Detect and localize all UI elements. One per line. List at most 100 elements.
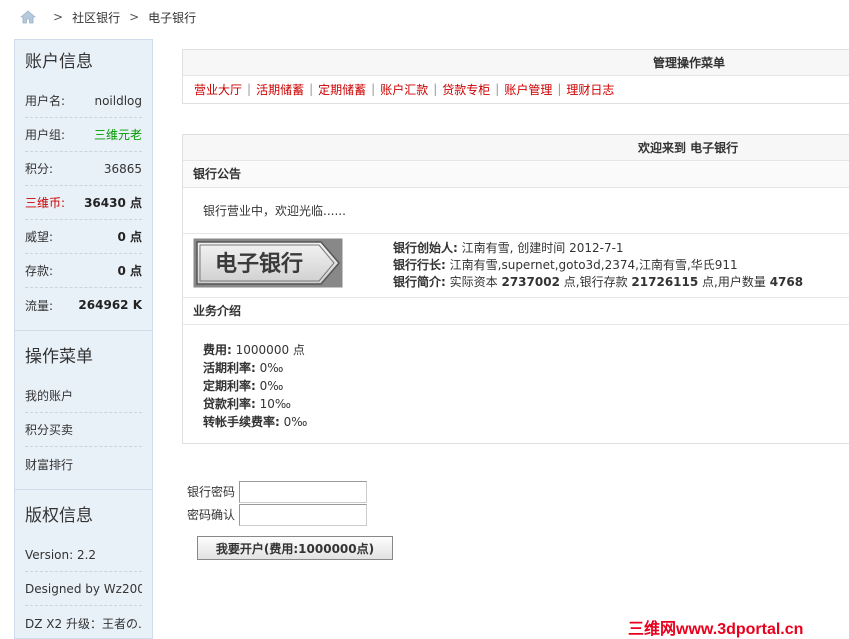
menu-link-account-manage[interactable]: 账户管理 <box>504 81 552 98</box>
business-value: 1000000 点 <box>235 343 305 357</box>
bank-capital-value: 2737002 <box>501 275 560 289</box>
bank-password-input[interactable] <box>239 480 367 503</box>
sidebar-divider <box>15 489 152 490</box>
business-label: 转帐手续费率: <box>203 415 280 429</box>
welcome-title: 欢迎来到 电子银行 <box>183 135 849 161</box>
menu-separator: | <box>495 82 500 96</box>
business-list: 费用: 1000000 点 活期利率: 0‰ 定期利率: 0‰ 贷款利率: 10… <box>183 325 849 443</box>
copyright-list: Version: 2.2 Designed by Wz200... DZ X2 … <box>15 538 152 639</box>
password-row: 银行密码 <box>187 480 367 503</box>
menu-link-finance-log[interactable]: 理财日志 <box>566 81 614 98</box>
account-row-group: 用户组: 三维元老 <box>25 118 142 152</box>
business-value: 0‰ <box>283 415 308 429</box>
account-value: 0 点 <box>117 230 142 244</box>
notice-text: 银行营业中，欢迎光临...... <box>183 188 849 234</box>
breadcrumb-separator: > <box>53 10 64 24</box>
business-value: 10‰ <box>259 397 292 411</box>
bank-founder-value: 江南有雪, 创建时间 2012-7-1 <box>461 241 624 255</box>
ops-menu-title: 操作菜单 <box>25 347 93 367</box>
bank-founder-label: 银行创始人: <box>393 241 458 255</box>
ops-menu-list: 我的账户 积分买卖 财富排行 <box>15 379 152 481</box>
business-title: 业务介绍 <box>183 298 849 325</box>
confirm-row: 密码确认 <box>187 503 367 526</box>
menu-link-remittance[interactable]: 账户汇款 <box>380 81 428 98</box>
business-item-demand-rate: 活期利率: 0‰ <box>203 359 849 377</box>
business-item-transfer-fee: 转帐手续费率: 0‰ <box>203 413 849 431</box>
account-label: 存款: <box>25 264 54 278</box>
bank-users-value: 4768 <box>769 275 804 289</box>
home-icon[interactable] <box>20 10 36 24</box>
bank-intro-label: 银行简介: <box>393 275 446 289</box>
account-value: 36430 点 <box>84 196 142 210</box>
bank-president-label: 银行行长: <box>393 258 446 272</box>
account-label: 用户组: <box>25 128 66 142</box>
copyright-upgrader: DZ X2 升级：王者の... <box>25 616 142 631</box>
welcome-panel: 欢迎来到 电子银行 银行公告 银行营业中，欢迎光临...... 电子银行 银行创… <box>182 134 849 444</box>
sidebar-link-wealth-rank[interactable]: 财富排行 <box>25 447 142 481</box>
breadcrumb-separator: > <box>129 10 140 24</box>
bank-logo-text: 电子银行 <box>215 251 303 277</box>
bank-founder-line: 银行创始人: 江南有雪, 创建时间 2012-7-1 <box>393 240 803 257</box>
bank-logo: 电子银行 <box>193 238 343 288</box>
sidebar-divider <box>15 330 152 331</box>
menu-link-fixed-savings[interactable]: 定期储蓄 <box>318 81 366 98</box>
account-row-deposit: 存款: 0 点 <box>25 254 142 288</box>
password-confirm-input[interactable] <box>239 503 367 526</box>
confirm-label: 密码确认 <box>187 508 236 522</box>
bank-intro-deposit-prefix: 点,银行存款 <box>563 275 628 289</box>
management-menu-bar: 营业大厅 | 活期储蓄 | 定期储蓄 | 账户汇款 | 贷款专柜 | 账户管理 … <box>183 76 849 102</box>
account-row-coins: 三维币: 36430 点 <box>25 186 142 220</box>
breadcrumb-community-bank[interactable]: 社区银行 <box>72 9 120 26</box>
bank-info-row: 电子银行 银行创始人: 江南有雪, 创建时间 2012-7-1 银行行长: 江南… <box>183 234 849 298</box>
copyright-version: Version: 2.2 <box>25 538 142 572</box>
business-item-fixed-rate: 定期利率: 0‰ <box>203 377 849 395</box>
account-label: 积分: <box>25 162 54 176</box>
business-item-loan-rate: 贷款利率: 10‰ <box>203 395 849 413</box>
account-label: 用户名: <box>25 94 66 108</box>
site-watermark: 三维网www.3dportal.cn <box>628 621 804 638</box>
bank-president-line: 银行行长: 江南有雪,supernet,goto3d,2374,江南有雪,华氏9… <box>393 257 803 274</box>
breadcrumb: > 社区银行 > 电子银行 <box>0 0 849 34</box>
copyright-designer: Designed by Wz200... <box>25 572 142 606</box>
account-value: noildlog <box>94 93 142 108</box>
menu-link-lobby[interactable]: 营业大厅 <box>194 81 242 98</box>
business-value: 0‰ <box>259 361 284 375</box>
account-label: 三维币: <box>25 196 66 210</box>
menu-separator: | <box>371 82 376 96</box>
bank-intro-users-prefix: 点,用户数量 <box>702 275 766 289</box>
menu-link-loans[interactable]: 贷款专柜 <box>442 81 490 98</box>
management-menu-title: 管理操作菜单 <box>183 50 849 76</box>
account-row-points: 积分: 36865 <box>25 152 142 186</box>
bank-info: 银行创始人: 江南有雪, 创建时间 2012-7-1 银行行长: 江南有雪,su… <box>393 240 803 291</box>
business-label: 贷款利率: <box>203 397 256 411</box>
account-info-list: 用户名: noildlog 用户组: 三维元老 积分: 36865 三维币: 3… <box>15 84 152 322</box>
sidebar-link-points-trade[interactable]: 积分买卖 <box>25 413 142 447</box>
business-label: 费用: <box>203 343 232 357</box>
account-row-username: 用户名: noildlog <box>25 84 142 118</box>
copyright-title: 版权信息 <box>25 506 93 526</box>
sidebar-link-my-account[interactable]: 我的账户 <box>25 379 142 413</box>
account-value: 0 点 <box>117 264 142 278</box>
business-label: 活期利率: <box>203 361 256 375</box>
bank-deposit-value: 21726115 <box>631 275 699 289</box>
menu-separator: | <box>309 82 314 96</box>
account-value: 三维元老 <box>93 128 142 142</box>
menu-separator: | <box>247 82 252 96</box>
menu-separator: | <box>557 82 562 96</box>
sidebar: 账户信息 用户名: noildlog 用户组: 三维元老 积分: 36865 三… <box>14 39 153 639</box>
bank-intro-line: 银行简介: 实际资本 2737002 点,银行存款 21726115 点,用户数… <box>393 274 803 291</box>
password-label: 银行密码 <box>187 485 236 499</box>
account-info-title: 账户信息 <box>25 52 93 72</box>
account-row-prestige: 威望: 0 点 <box>25 220 142 254</box>
business-label: 定期利率: <box>203 379 256 393</box>
open-account-button[interactable]: 我要开户(费用:1000000点) <box>197 536 393 560</box>
notice-title: 银行公告 <box>183 161 849 188</box>
bank-president-value: 江南有雪,supernet,goto3d,2374,江南有雪,华氏911 <box>449 258 738 272</box>
account-label: 威望: <box>25 230 54 244</box>
account-value: 264962 K <box>78 298 142 312</box>
menu-link-demand-savings[interactable]: 活期储蓄 <box>256 81 304 98</box>
account-label: 流量: <box>25 298 54 313</box>
business-item-fee: 费用: 1000000 点 <box>203 341 849 359</box>
business-value: 0‰ <box>259 379 284 393</box>
breadcrumb-e-bank[interactable]: 电子银行 <box>148 9 196 26</box>
